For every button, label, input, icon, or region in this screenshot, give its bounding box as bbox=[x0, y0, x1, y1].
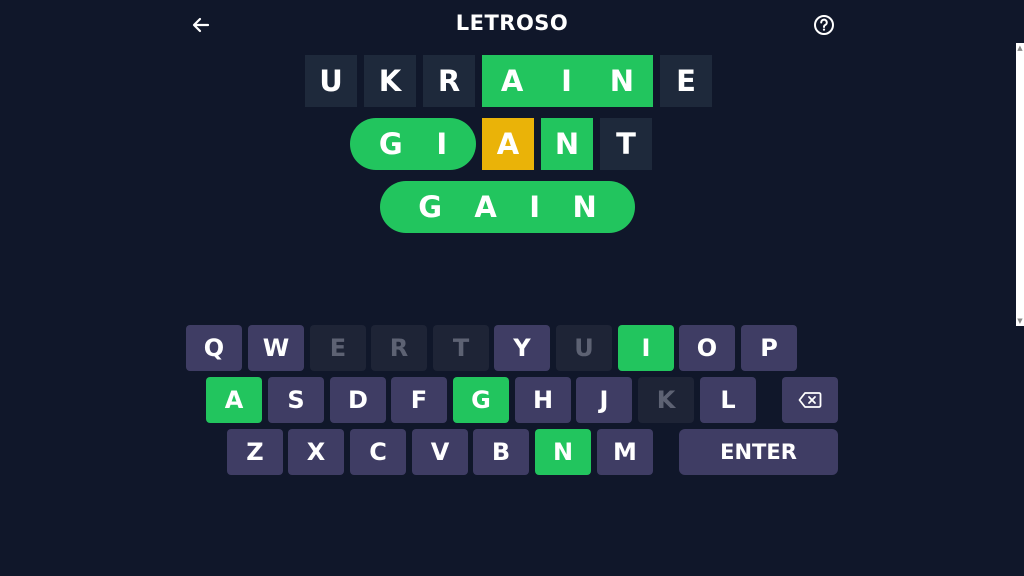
tile-letter: I bbox=[561, 64, 572, 98]
tile: K bbox=[364, 55, 416, 107]
key-d[interactable]: D bbox=[330, 377, 386, 423]
key-z[interactable]: Z bbox=[227, 429, 283, 475]
key-b[interactable]: B bbox=[473, 429, 529, 475]
header: LETROSO bbox=[0, 0, 1024, 50]
help-button[interactable] bbox=[811, 12, 837, 38]
key-s[interactable]: S bbox=[268, 377, 324, 423]
key-n[interactable]: N bbox=[535, 429, 591, 475]
key-h[interactable]: H bbox=[515, 377, 571, 423]
page-title: LETROSO bbox=[455, 11, 569, 35]
board-row-3: G A I N bbox=[380, 181, 635, 233]
key-q[interactable]: Q bbox=[186, 325, 242, 371]
tile-letter: G bbox=[378, 127, 403, 161]
tile-correct: N bbox=[541, 118, 593, 170]
tile: U bbox=[305, 55, 357, 107]
tile-letter: I bbox=[436, 127, 448, 161]
key-m[interactable]: M bbox=[597, 429, 653, 475]
backspace-icon bbox=[798, 392, 822, 408]
key-c[interactable]: C bbox=[350, 429, 406, 475]
key-w[interactable]: W bbox=[248, 325, 304, 371]
key-t[interactable]: T bbox=[433, 325, 489, 371]
tile-letter: N bbox=[572, 190, 597, 224]
key-o[interactable]: O bbox=[679, 325, 735, 371]
key-l[interactable]: L bbox=[700, 377, 756, 423]
tile-group-correct: G I bbox=[350, 118, 476, 170]
key-x[interactable]: X bbox=[288, 429, 344, 475]
help-circle-icon bbox=[814, 15, 834, 35]
key-f[interactable]: F bbox=[391, 377, 447, 423]
enter-key[interactable]: ENTER bbox=[679, 429, 838, 475]
key-u[interactable]: U bbox=[556, 325, 612, 371]
scroll-up-icon[interactable]: ▲ bbox=[1016, 43, 1024, 53]
key-y[interactable]: Y bbox=[494, 325, 550, 371]
backspace-key[interactable] bbox=[782, 377, 838, 423]
key-i[interactable]: I bbox=[618, 325, 674, 371]
tile-letter: A bbox=[474, 190, 497, 224]
tile-letter: N bbox=[609, 64, 635, 98]
tile: T bbox=[600, 118, 652, 170]
tile-letter: G bbox=[418, 190, 443, 224]
key-p[interactable]: P bbox=[741, 325, 797, 371]
scrollbar[interactable] bbox=[1016, 43, 1024, 326]
key-j[interactable]: J bbox=[576, 377, 632, 423]
tile-group-correct: A I N bbox=[482, 55, 653, 107]
key-e[interactable]: E bbox=[310, 325, 366, 371]
key-g[interactable]: G bbox=[453, 377, 509, 423]
key-k[interactable]: K bbox=[638, 377, 694, 423]
tile-letter: I bbox=[529, 190, 541, 224]
key-v[interactable]: V bbox=[412, 429, 468, 475]
tile: E bbox=[660, 55, 712, 107]
tile: R bbox=[423, 55, 475, 107]
tile-present: A bbox=[482, 118, 534, 170]
tile-letter: A bbox=[500, 64, 524, 98]
key-a[interactable]: A bbox=[206, 377, 262, 423]
key-r[interactable]: R bbox=[371, 325, 427, 371]
scroll-down-icon[interactable]: ▼ bbox=[1016, 316, 1024, 326]
